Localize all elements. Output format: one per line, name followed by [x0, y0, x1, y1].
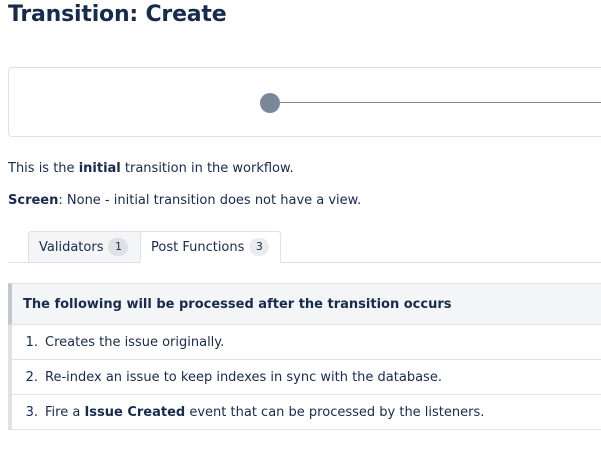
initial-transition-note: This is the initial transition in the wo… [8, 160, 294, 178]
screen-value: : None - initial transition does not hav… [58, 193, 362, 208]
issue-created-event: Issue Created [84, 404, 186, 420]
tab-validators-label: Validators [39, 239, 104, 255]
intro-bold: initial [78, 161, 121, 176]
page-title: Transition: Create [8, 2, 227, 27]
screen-note: Screen: None - initial transition does n… [8, 192, 361, 210]
tab-post-functions-label: Post Functions [151, 239, 245, 255]
tab-post-functions[interactable]: Post Functions 3 [140, 231, 281, 263]
tab-bar: Validators 1 Post Functions 3 [8, 231, 601, 263]
post-functions-table: The following will be processed after th… [8, 283, 601, 430]
post-function-row: 2. Re-index an issue to keep indexes in … [8, 360, 601, 395]
row-text: Re-index an issue to keep indexes in syn… [45, 369, 442, 385]
row-number: 1. [25, 334, 38, 350]
tab-validators[interactable]: Validators 1 [28, 231, 148, 262]
tab-post-functions-count-badge: 3 [249, 238, 270, 256]
post-functions-header: The following will be processed after th… [8, 283, 601, 325]
tab-baseline [8, 262, 601, 263]
row-number: 2. [25, 369, 38, 385]
transition-line [279, 102, 601, 103]
intro-suffix: transition in the workflow. [120, 161, 294, 176]
intro-prefix: This is the [8, 161, 79, 176]
tab-validators-count-badge: 1 [108, 238, 129, 256]
row-number: 3. [25, 404, 38, 420]
post-function-row: 3. Fire a Issue Created event that can b… [8, 395, 601, 430]
row-text: Fire a Issue Created event that can be p… [45, 404, 485, 420]
workflow-diagram [8, 67, 601, 137]
screen-label: Screen [8, 193, 59, 208]
post-function-row: 1. Creates the issue originally. [8, 325, 601, 360]
row-text: Creates the issue originally. [45, 334, 225, 350]
transition-page: Transition: Create This is the initial t… [0, 0, 601, 459]
initial-node-dot [260, 93, 280, 113]
